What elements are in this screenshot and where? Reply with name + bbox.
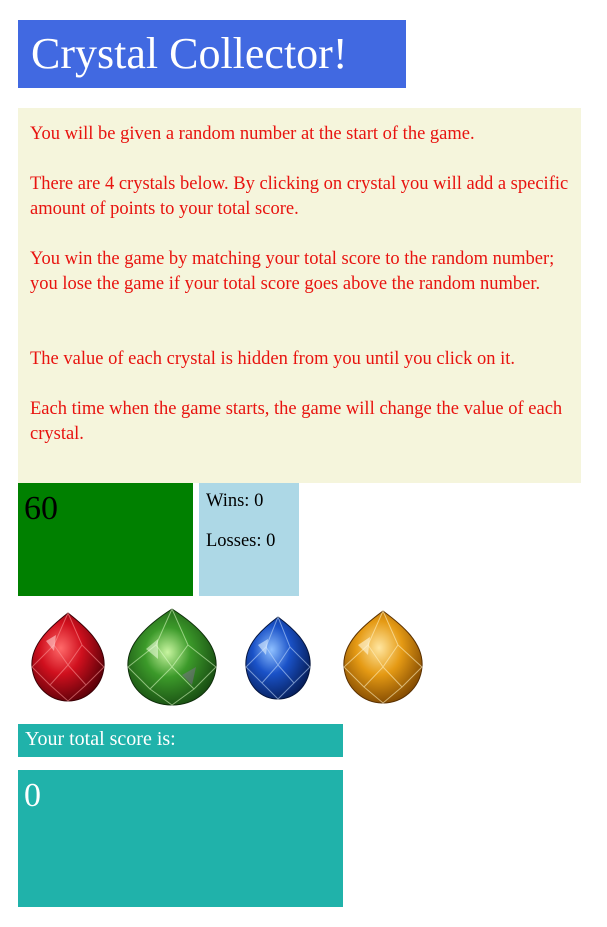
score-label-bar: Your total score is: bbox=[18, 724, 343, 757]
crystal-collector-page: Crystal Collector! You will be given a r… bbox=[0, 0, 607, 927]
blue-crystal-button[interactable] bbox=[240, 605, 316, 709]
red-crystal-button[interactable] bbox=[24, 605, 112, 709]
title-banner: Crystal Collector! bbox=[18, 20, 406, 88]
green-crystal-icon bbox=[127, 607, 217, 706]
random-number: 60 bbox=[24, 490, 58, 527]
instructions-panel: You will be given a random number at the… bbox=[18, 108, 581, 483]
score-label: Your total score is: bbox=[25, 728, 176, 750]
wins-count: Wins: 0 bbox=[206, 491, 264, 511]
green-crystal-button[interactable] bbox=[122, 605, 222, 709]
instruction-paragraph: The value of each crystal is hidden from… bbox=[30, 349, 515, 369]
instruction-paragraph: There are 4 crystals below. By clicking … bbox=[30, 174, 569, 219]
stats-panel: Wins: 0 Losses: 0 bbox=[199, 483, 299, 596]
orange-crystal-button[interactable] bbox=[336, 605, 430, 709]
instruction-paragraph: You win the game by matching your total … bbox=[30, 249, 555, 294]
total-score-box: 0 bbox=[18, 770, 343, 907]
instruction-paragraph: Each time when the game starts, the game… bbox=[30, 399, 563, 444]
page-title: Crystal Collector! bbox=[31, 29, 348, 78]
orange-crystal-icon bbox=[343, 609, 423, 704]
blue-crystal-icon bbox=[245, 615, 311, 700]
instruction-paragraph: You will be given a random number at the… bbox=[30, 124, 475, 144]
total-score: 0 bbox=[24, 777, 41, 814]
red-crystal-icon bbox=[31, 611, 105, 702]
losses-count: Losses: 0 bbox=[206, 531, 276, 551]
random-number-box: 60 bbox=[18, 483, 193, 596]
